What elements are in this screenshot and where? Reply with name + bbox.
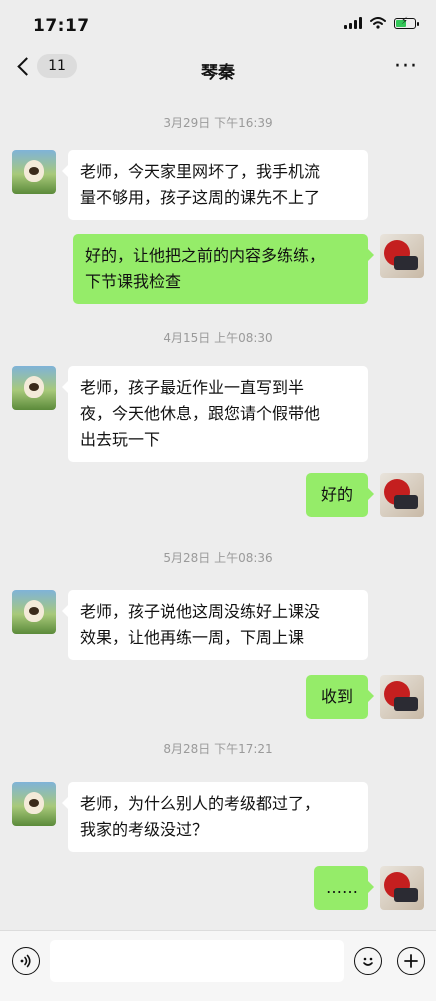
plus-icon [404,954,418,968]
more-options-button[interactable]: ··· [394,54,418,79]
chat-area[interactable]: 3月29日 下午16:39 老师，今天家里网坏了，我手机流 量不够用，孩子这周的… [0,92,436,930]
message-input[interactable] [50,940,344,982]
timestamp: 3月29日 下午16:39 [163,116,273,130]
message-sent[interactable]: 好的 [306,473,374,517]
avatar-self[interactable] [380,473,424,517]
emoji-button[interactable] [354,947,382,975]
signal-icon [344,17,362,29]
input-bar [0,930,436,1001]
avatar-parent[interactable] [12,590,56,634]
voice-button[interactable] [12,947,40,975]
avatar-parent[interactable] [12,366,56,410]
battery-icon: ⚡ [394,16,419,29]
timestamp: 5月28日 上午08:36 [163,551,273,565]
avatar-self[interactable] [380,234,424,278]
more-functions-button[interactable] [397,947,425,975]
avatar-self[interactable] [380,675,424,719]
message-sent[interactable]: …… [314,866,374,910]
status-time: 17:17 [33,16,90,36]
voice-icon [20,954,31,968]
timestamp: 4月15日 上午08:30 [163,331,273,345]
emoji-icon [363,957,373,966]
status-bar: 17:17 ⚡ [0,0,436,50]
wifi-icon [370,17,386,29]
message-sent[interactable]: 好的，让他把之前的内容多练练， 下节课我检查 [73,234,374,304]
status-icons: ⚡ [344,16,419,29]
nav-bar: 11 琴秦 ··· [0,50,436,92]
message-sent[interactable]: 收到 [306,675,374,719]
chat-title: 琴秦 [201,63,235,83]
avatar-self[interactable] [380,866,424,910]
timestamp: 8月28日 下午17:21 [163,742,273,756]
message-received[interactable]: 老师，为什么别人的考级都过了， 我家的考级没过？ [62,782,368,852]
avatar-parent[interactable] [12,150,56,194]
message-received[interactable]: 老师，孩子说他这周没练好上课没 效果，让他再练一周，下周上课 [62,590,368,660]
message-received[interactable]: 老师，今天家里网坏了，我手机流 量不够用，孩子这周的课先不上了 [62,150,368,220]
message-received[interactable]: 老师，孩子最近作业一直写到半 夜，今天他休息，跟您请个假带他 出去玩一下 [62,366,368,462]
avatar-parent[interactable] [12,782,56,826]
